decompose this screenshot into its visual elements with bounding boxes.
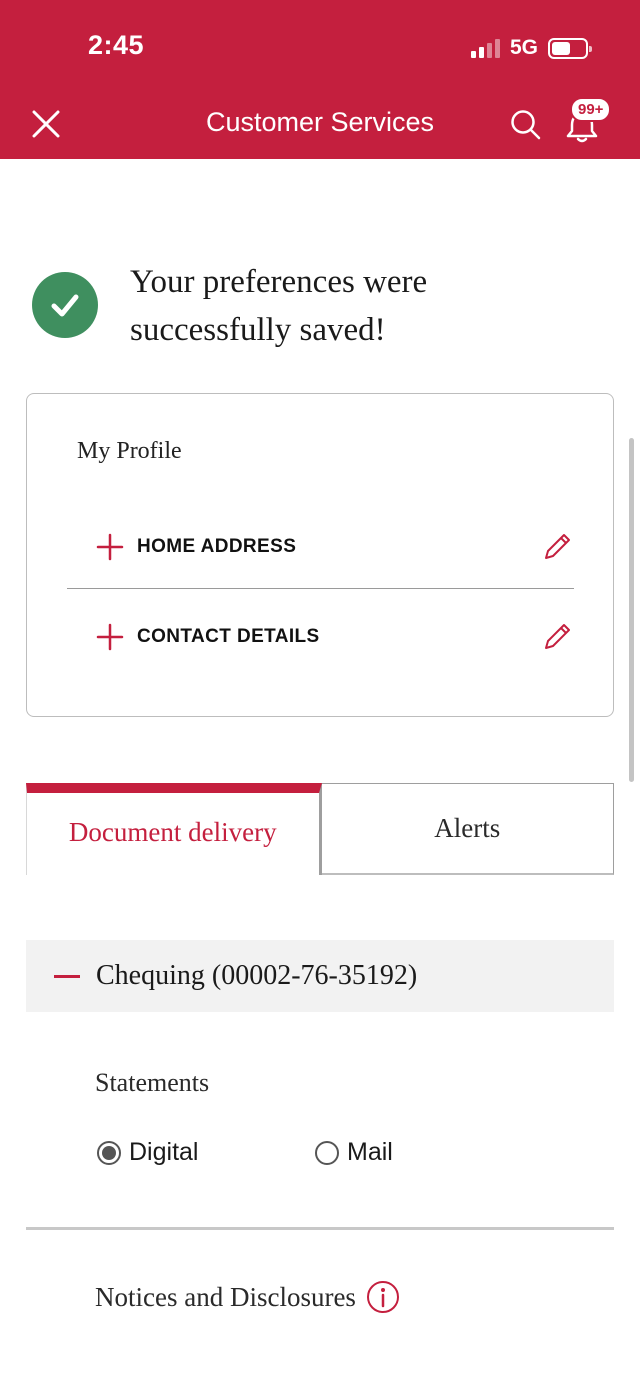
delivery-tabs: Document delivery Alerts: [26, 783, 614, 875]
pencil-icon[interactable]: [540, 620, 574, 654]
profile-item-label: HOME ADDRESS: [137, 536, 297, 557]
pencil-icon[interactable]: [540, 530, 574, 564]
search-button[interactable]: [508, 107, 542, 141]
divider: [67, 588, 574, 589]
notices-section: Notices and Disclosures: [95, 1280, 400, 1314]
search-icon: [511, 110, 541, 140]
page-title: Customer Services: [205, 107, 435, 137]
scrollbar[interactable]: [629, 438, 634, 782]
profile-item-label: CONTACT DETAILS: [137, 626, 320, 647]
battery-icon: [548, 37, 592, 59]
app-header: 2:45 5G Customer Services 99+: [0, 0, 640, 159]
account-accordion-header[interactable]: Chequing (00002-76-35192): [26, 940, 614, 1012]
radio-button[interactable]: [315, 1140, 339, 1165]
statements-label: Statements: [95, 1068, 210, 1097]
checkmark-icon: [32, 272, 98, 338]
radio-label: Digital: [129, 1138, 199, 1166]
info-icon[interactable]: [366, 1280, 400, 1314]
plus-icon: [96, 623, 124, 651]
account-label: Chequing (00002-76-35192): [96, 960, 418, 991]
notices-label: Notices and Disclosures: [95, 1281, 356, 1312]
profile-item-contact-details[interactable]: CONTACT DETAILS: [67, 601, 574, 673]
signal-icon: [470, 38, 500, 58]
radio-digital[interactable]: Digital: [97, 1138, 198, 1167]
success-banner: Your preferences were successfully saved…: [32, 258, 612, 354]
status-indicators: 5G: [470, 36, 592, 60]
profile-title: My Profile: [77, 438, 182, 464]
notification-badge: 99+: [570, 97, 612, 122]
status-time: 2:45: [88, 30, 145, 60]
profile-item-home-address[interactable]: HOME ADDRESS: [67, 511, 574, 583]
success-message: Your preferences were successfully saved…: [130, 264, 428, 348]
network-type: 5G: [509, 36, 538, 59]
profile-card: My Profile HOME ADDRESS CONTACT DETAILS: [26, 393, 614, 717]
tab-alerts[interactable]: Alerts: [321, 783, 614, 875]
radio-button[interactable]: [97, 1140, 121, 1165]
divider: [26, 1227, 614, 1230]
radio-mail[interactable]: Mail: [315, 1138, 393, 1167]
tab-document-delivery[interactable]: Document delivery: [26, 783, 322, 875]
radio-label: Mail: [347, 1138, 393, 1166]
plus-icon: [96, 533, 124, 561]
minus-icon: [54, 974, 80, 978]
